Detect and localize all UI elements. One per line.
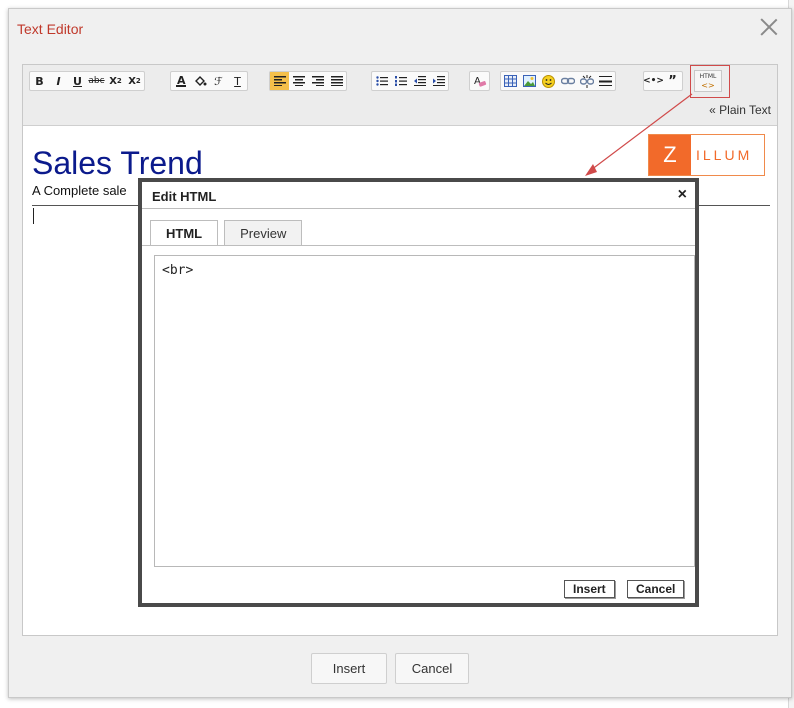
dialog-title: Text Editor (17, 21, 84, 37)
align-center-icon (292, 76, 305, 86)
font-size-button[interactable]: T (228, 72, 247, 90)
html-button-line1: HTML (699, 73, 717, 80)
toolbar-group-text-format: B I U abc X2 X2 (29, 71, 145, 91)
dialog-header: Text Editor (9, 9, 791, 49)
indent-button[interactable] (429, 72, 448, 90)
italic-button[interactable]: I (49, 72, 68, 90)
bullet-list-icon (375, 76, 388, 86)
align-right-button[interactable] (308, 72, 327, 90)
image-button[interactable] (520, 72, 539, 90)
unlink-icon (579, 74, 594, 88)
bullet-list-button[interactable] (372, 72, 391, 90)
logo-text: ILLUM (696, 147, 753, 163)
outdent-button[interactable] (410, 72, 429, 90)
unlink-button[interactable] (577, 72, 596, 90)
edit-html-insert-button[interactable]: Insert (564, 580, 615, 598)
code-button[interactable]: <•> (643, 72, 664, 90)
horizontal-rule-button[interactable] (596, 72, 615, 90)
html-source-input[interactable]: <br> (154, 255, 695, 567)
cancel-button[interactable]: Cancel (395, 653, 469, 684)
logo-letter: Z (649, 135, 691, 175)
link-icon (560, 77, 575, 85)
table-icon (504, 75, 517, 87)
toolbar-group-code: <•> ” (643, 71, 683, 91)
align-left-icon (273, 76, 286, 86)
edit-html-tabs: HTML Preview (150, 220, 308, 246)
paint-bucket-icon (194, 76, 206, 86)
html-source-button[interactable]: HTML <> (694, 70, 722, 92)
tab-html[interactable]: HTML (150, 220, 219, 246)
align-justify-icon (330, 76, 343, 86)
close-icon[interactable] (757, 15, 781, 39)
insert-button[interactable]: Insert (311, 653, 387, 684)
font-color-icon: A (175, 74, 186, 87)
zillum-logo: Z ILLUM (648, 134, 765, 176)
document-title: Sales Trend (32, 145, 203, 181)
edit-html-cancel-button[interactable]: Cancel (627, 580, 685, 598)
align-right-icon (311, 76, 324, 86)
align-justify-button[interactable] (327, 72, 346, 90)
text-caret (33, 208, 34, 224)
indent-icon (432, 76, 445, 86)
table-button[interactable] (501, 72, 520, 90)
quote-button[interactable]: ” (663, 72, 682, 90)
toolbar-group-clear: A (469, 71, 490, 91)
underline-button[interactable]: U (68, 72, 87, 90)
edit-html-close-icon[interactable]: × (678, 186, 687, 204)
align-left-button[interactable] (270, 72, 289, 90)
clear-format-button[interactable]: A (470, 72, 489, 90)
horizontal-rule-icon (599, 75, 612, 86)
outdent-icon (413, 76, 426, 86)
font-color-button[interactable]: A (171, 72, 190, 90)
strikethrough-button[interactable]: abc (87, 72, 106, 90)
subscript-button[interactable]: X2 (106, 72, 125, 90)
document-subtitle: A Complete sale (32, 183, 127, 198)
editor-toolbar: B I U abc X2 X2 A ℱ T A <•> ” HTML <> « … (23, 65, 777, 126)
tab-preview[interactable]: Preview (224, 220, 303, 245)
font-family-button[interactable]: ℱ (209, 72, 228, 90)
numbered-list-button[interactable] (391, 72, 410, 90)
emoji-button[interactable] (539, 72, 558, 90)
highlight-button[interactable] (190, 72, 209, 90)
numbered-list-icon (394, 76, 407, 86)
plain-text-link[interactable]: « Plain Text (709, 103, 771, 117)
superscript-button[interactable]: X2 (125, 72, 144, 90)
eraser-icon: A (474, 76, 486, 87)
image-icon (523, 75, 536, 87)
tab-divider (142, 245, 695, 246)
smiley-icon (542, 74, 555, 88)
toolbar-group-lists (371, 71, 449, 91)
bold-button[interactable]: B (30, 72, 49, 90)
link-button[interactable] (558, 72, 577, 90)
toolbar-group-insert (500, 71, 616, 91)
html-button-line2: <> (701, 81, 715, 90)
align-center-button[interactable] (289, 72, 308, 90)
edit-html-header: Edit HTML × (142, 182, 695, 209)
edit-html-dialog: Edit HTML × HTML Preview <br> Insert Can… (138, 178, 699, 607)
edit-html-title: Edit HTML (152, 189, 217, 204)
toolbar-group-align (269, 71, 347, 91)
toolbar-group-color-font: A ℱ T (170, 71, 248, 91)
